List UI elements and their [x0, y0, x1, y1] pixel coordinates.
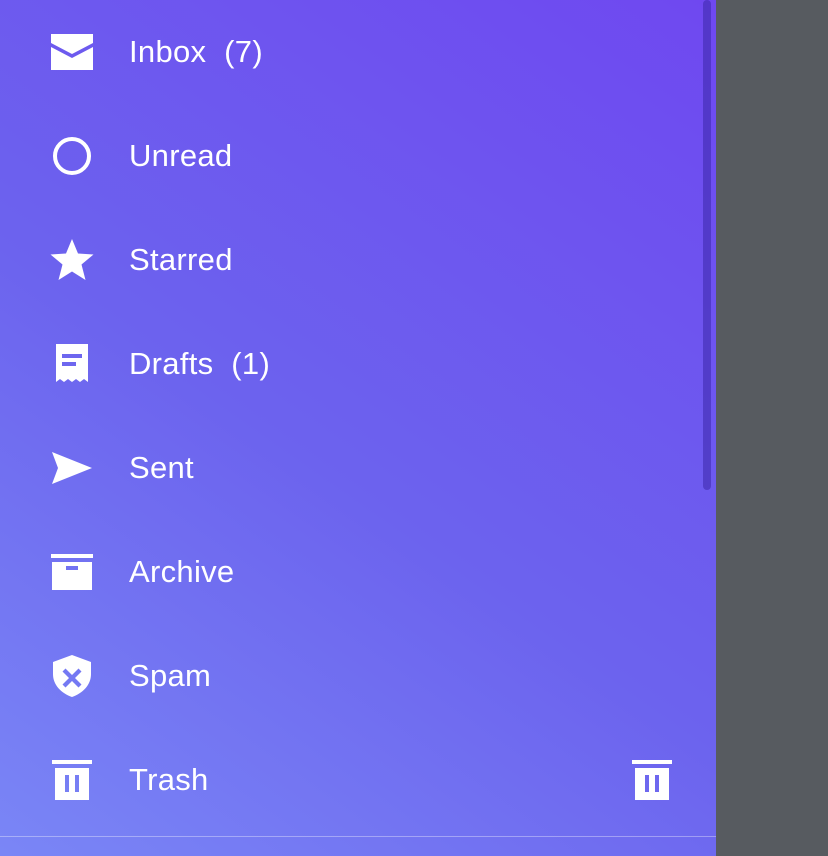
scrollbar-thumb[interactable] — [703, 0, 711, 490]
menu-item-label: Unread — [129, 138, 233, 173]
menu-item-label: Trash — [129, 762, 209, 797]
menu-item-label: Sent — [129, 450, 194, 485]
trash-icon — [48, 756, 96, 804]
archive-icon — [48, 548, 96, 596]
spam-shield-icon — [48, 652, 96, 700]
menu-item-unread[interactable]: Unread — [0, 104, 716, 208]
draft-icon — [48, 340, 96, 388]
menu-item-sent[interactable]: Sent — [0, 416, 716, 520]
menu-item-label: Drafts (1) — [129, 346, 271, 381]
mail-icon — [48, 28, 96, 76]
navigation-drawer: Inbox (7) Unread Starred Drafts (1) Sent… — [0, 0, 716, 856]
menu-item-drafts[interactable]: Drafts (1) — [0, 312, 716, 416]
menu-item-label: Inbox (7) — [129, 34, 263, 69]
menu-item-starred[interactable]: Starred — [0, 208, 716, 312]
star-icon — [48, 236, 96, 284]
menu-item-spam[interactable]: Spam — [0, 624, 716, 728]
menu-item-trash[interactable]: Trash — [0, 728, 716, 832]
menu-item-label: Spam — [129, 658, 212, 693]
menu-item-inbox[interactable]: Inbox (7) — [0, 0, 716, 104]
menu-item-label: Starred — [129, 242, 233, 277]
menu-item-label: Archive — [129, 554, 235, 589]
empty-trash-icon[interactable] — [628, 756, 676, 804]
circle-outline-icon — [48, 132, 96, 180]
menu-item-archive[interactable]: Archive — [0, 520, 716, 624]
divider — [0, 836, 716, 837]
send-icon — [48, 444, 96, 492]
scrim-overlay[interactable] — [716, 0, 828, 856]
folder-menu: Inbox (7) Unread Starred Drafts (1) Sent… — [0, 0, 716, 832]
